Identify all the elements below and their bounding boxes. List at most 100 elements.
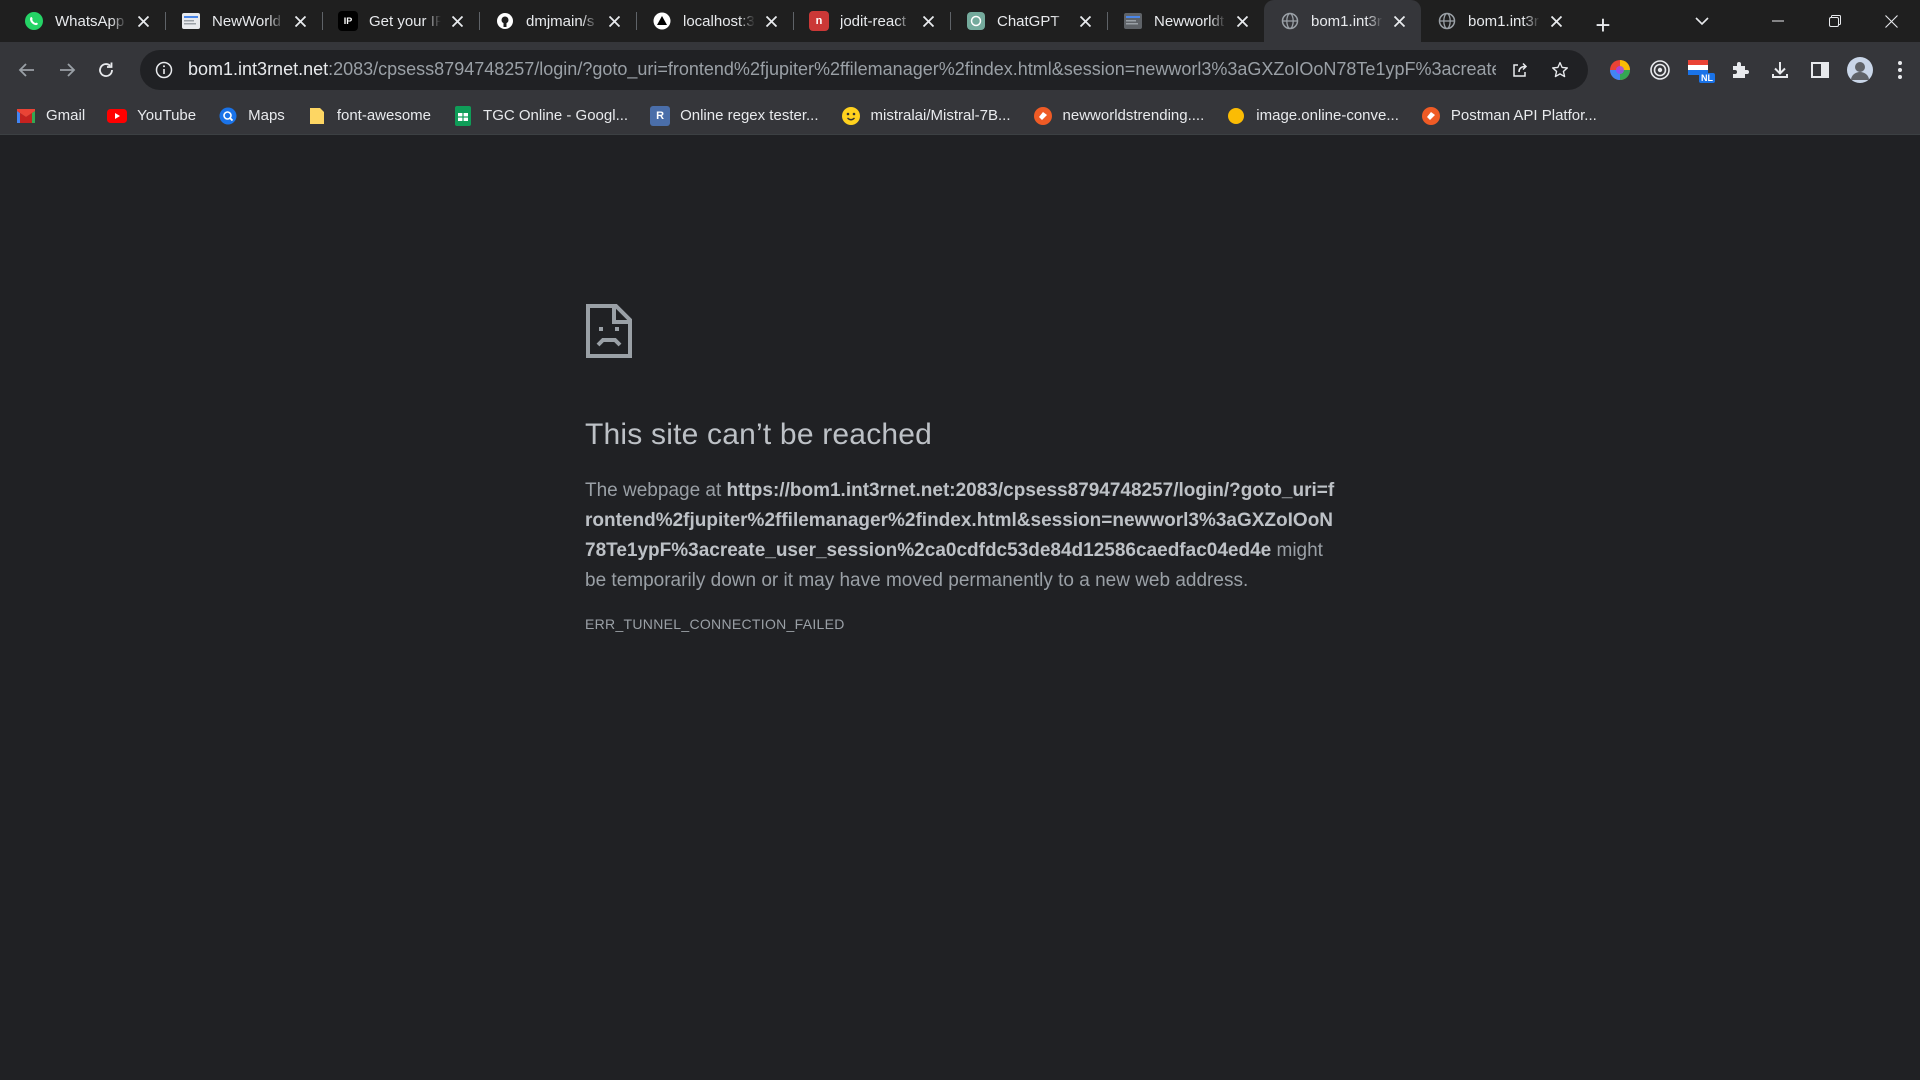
bookmark-star-button[interactable] (1544, 54, 1576, 86)
tab-1[interactable]: NewWorld (165, 0, 322, 42)
reload-icon (99, 62, 114, 77)
tab-close-icon[interactable] (133, 11, 153, 31)
bookmark-1[interactable]: YouTube (107, 106, 196, 126)
tab-3[interactable]: dmjmain/s (479, 0, 636, 42)
tab-close-icon[interactable] (761, 11, 781, 31)
tab-2[interactable]: IP Get your IP (322, 0, 479, 42)
tab-6[interactable]: ChatGPT (950, 0, 1107, 42)
error-message-prefix: The webpage at (585, 480, 727, 501)
bookmark-label: newworldstrending.... (1062, 107, 1205, 124)
extensions-puzzle-icon[interactable] (1720, 50, 1760, 90)
download-icon[interactable] (1760, 50, 1800, 90)
tab-close-icon[interactable] (447, 11, 467, 31)
reload-button[interactable] (86, 50, 126, 90)
npm-icon: n (809, 11, 829, 31)
regex-icon: R (650, 105, 671, 126)
url-host: bom1.int3rnet.net (188, 59, 329, 79)
menu-kebab-icon[interactable] (1880, 50, 1920, 90)
bookmark-label: image.online-conve... (1256, 107, 1399, 124)
color-picker-extension-icon[interactable] (1600, 50, 1640, 90)
url-text[interactable]: bom1.int3rnet.net:2083/cpsess8794748257/… (188, 59, 1496, 80)
bookmark-0[interactable]: Gmail (16, 106, 85, 126)
whatsapp-icon (24, 11, 44, 31)
newworld-bookmark-icon (1033, 106, 1053, 126)
bookmark-2[interactable]: Maps (218, 106, 285, 126)
tab-close-icon[interactable] (918, 11, 938, 31)
tab-title: bom1.int3rnet.net (1311, 12, 1383, 30)
bookmarks-bar: Gmail YouTube Maps font-awesome TGC Online -… (0, 97, 1920, 135)
target-extension-icon[interactable] (1640, 50, 1680, 90)
restore-button[interactable] (1806, 0, 1863, 42)
tab-8[interactable]: bom1.int3rnet.net (1264, 0, 1421, 42)
postman-icon (1421, 106, 1441, 126)
arrow-left-icon (18, 62, 34, 77)
ip-icon: IP (338, 11, 358, 31)
maps-icon (218, 106, 238, 126)
page-content: This site can’t be reached The webpage a… (0, 135, 1920, 1080)
site-info-icon[interactable] (154, 60, 174, 80)
tab-title: jodit-react (840, 12, 906, 30)
sad-page-icon (586, 304, 632, 358)
bookmark-6[interactable]: mistralai/Mistral-7B... (841, 106, 1011, 126)
newworld-icon (181, 11, 201, 31)
bookmark-9[interactable]: Postman API Platfor... (1421, 106, 1597, 126)
window-controls (1679, 0, 1920, 42)
tab-close-icon[interactable] (604, 11, 624, 31)
tab-close-icon[interactable] (1075, 11, 1095, 31)
image-convert-icon (1226, 106, 1246, 126)
tab-title: Newworldt (1154, 12, 1225, 30)
tab-search-button[interactable] (1679, 0, 1725, 42)
error-message: The webpage at https://bom1.int3rnet.net… (585, 476, 1335, 596)
gmail-icon (16, 106, 36, 126)
tab-7[interactable]: Newworldt (1107, 0, 1264, 42)
minimize-button[interactable] (1749, 0, 1806, 42)
youtube-icon (107, 106, 128, 126)
folder-icon (307, 106, 327, 126)
tab-close-icon[interactable] (1546, 11, 1566, 31)
tab-close-icon[interactable] (1232, 11, 1252, 31)
bookmark-label: Gmail (46, 107, 86, 124)
share-button[interactable] (1504, 54, 1536, 86)
nl-badge: NL (1699, 72, 1716, 83)
huggingface-icon (841, 106, 861, 126)
tab-9[interactable]: bom1.int3rnet.net (1421, 0, 1578, 42)
bookmark-3[interactable]: font-awesome (307, 106, 431, 126)
minimize-icon (1771, 20, 1784, 22)
vercel-icon (652, 11, 672, 31)
tab-0[interactable]: WhatsApp (8, 0, 165, 42)
new-tab-button[interactable]: + (1586, 8, 1620, 42)
bookmark-label: YouTube (137, 107, 197, 124)
tab-close-icon[interactable] (1389, 11, 1409, 31)
restore-icon (1828, 15, 1841, 27)
tab-title: bom1.int3rnet.net (1468, 12, 1540, 30)
extensions-area: NL (1600, 50, 1920, 90)
side-panel-icon[interactable] (1800, 50, 1840, 90)
bookmark-5[interactable]: R Online regex tester... (650, 105, 819, 126)
address-bar[interactable]: bom1.int3rnet.net:2083/cpsess8794748257/… (140, 49, 1589, 90)
star-icon (1551, 61, 1569, 77)
share-icon (1513, 62, 1528, 77)
tab-5[interactable]: n jodit-react (793, 0, 950, 42)
tab-close-icon[interactable] (290, 11, 310, 31)
nl-flag-extension-icon[interactable]: NL (1680, 50, 1720, 90)
forward-button[interactable] (47, 50, 87, 90)
tab-strip: WhatsApp NewWorld IP Get your IP dmjmain/s lo… (0, 0, 1920, 42)
url-path: :2083/cpsess8794748257/login/?goto_uri=f… (328, 59, 1497, 79)
back-button[interactable] (7, 50, 47, 90)
chatgpt-icon (966, 11, 986, 31)
tab-4[interactable]: localhost:3000 (636, 0, 793, 42)
tab-title: NewWorld (212, 12, 281, 30)
error-title: This site can’t be reached (585, 418, 933, 451)
bookmark-7[interactable]: newworldstrending.... (1033, 106, 1205, 126)
close-window-button[interactable] (1863, 0, 1920, 42)
tab-title: Get your IP (369, 12, 441, 30)
profile-avatar[interactable] (1840, 50, 1880, 90)
bookmark-8[interactable]: image.online-conve... (1226, 106, 1399, 126)
bookmark-label: Postman API Platfor... (1450, 107, 1597, 124)
globe-icon (1280, 11, 1300, 31)
bookmark-4[interactable]: TGC Online - Googl... (453, 105, 628, 126)
bookmark-label: Online regex tester... (680, 107, 819, 124)
globe-icon (1437, 11, 1457, 31)
error-container: This site can’t be reached The webpage a… (585, 303, 1335, 632)
chevron-down-icon (1695, 17, 1709, 26)
